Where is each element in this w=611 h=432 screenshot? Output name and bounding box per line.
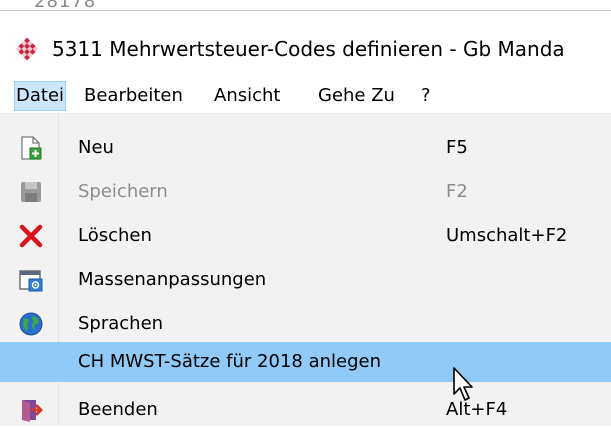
menu-item-label: Beenden (78, 399, 158, 420)
exit-door-icon (22, 400, 43, 422)
globe-icon (19, 312, 43, 336)
menu-item-label: Speichern (78, 181, 168, 202)
menu-item-shortcut: F2 (446, 181, 468, 202)
menu-item-label: Löschen (78, 225, 152, 246)
menu-item-label: Massenanpassungen (78, 269, 267, 290)
menu-item-massenanpassungen[interactable]: Massenanpassungen (0, 258, 611, 302)
menu-item-speichern[interactable]: Speichern F2 (0, 170, 611, 214)
bulk-edit-window-icon (19, 270, 43, 292)
app-diamond-icon (15, 37, 39, 61)
menu-gehe-zu[interactable]: Gehe Zu (318, 82, 395, 110)
menu-item-ch-mwst-saetze-2018[interactable]: CH MWST-Sätze für 2018 anlegen (0, 342, 611, 382)
window-titlebar[interactable]: 5311 Mehrwertsteuer-Codes definieren - G… (0, 13, 611, 79)
background-window-strip: 28178 (0, 0, 611, 12)
menu-item-beenden[interactable]: Beenden Alt+F4 (0, 388, 611, 432)
mouse-pointer-icon (453, 367, 473, 401)
menu-item-shortcut: F5 (446, 137, 468, 158)
menu-ansicht[interactable]: Ansicht (214, 82, 280, 110)
menubar: Datei Bearbeiten Ansicht Gehe Zu ? (0, 79, 611, 114)
menu-item-label: CH MWST-Sätze für 2018 anlegen (78, 351, 381, 372)
menu-help[interactable]: ? (421, 82, 431, 110)
menu-item-loeschen[interactable]: Löschen Umschalt+F2 (0, 214, 611, 258)
menu-item-label: Sprachen (78, 313, 164, 334)
delete-x-icon (19, 224, 43, 248)
new-document-icon (21, 136, 42, 160)
background-divider (0, 10, 611, 11)
menu-bearbeiten[interactable]: Bearbeiten (84, 82, 183, 110)
menu-item-sprachen[interactable]: Sprachen (0, 302, 611, 346)
save-icon (21, 182, 41, 202)
file-menu-dropdown: Neu F5 Speichern F2 Löschen Umschalt+F2 … (0, 114, 611, 426)
menu-item-neu[interactable]: Neu F5 (0, 126, 611, 170)
menu-datei[interactable]: Datei (14, 81, 67, 111)
menu-item-shortcut: Umschalt+F2 (446, 225, 568, 246)
menu-item-label: Neu (78, 137, 114, 158)
window-title: 5311 Mehrwertsteuer-Codes definieren - G… (52, 37, 565, 61)
